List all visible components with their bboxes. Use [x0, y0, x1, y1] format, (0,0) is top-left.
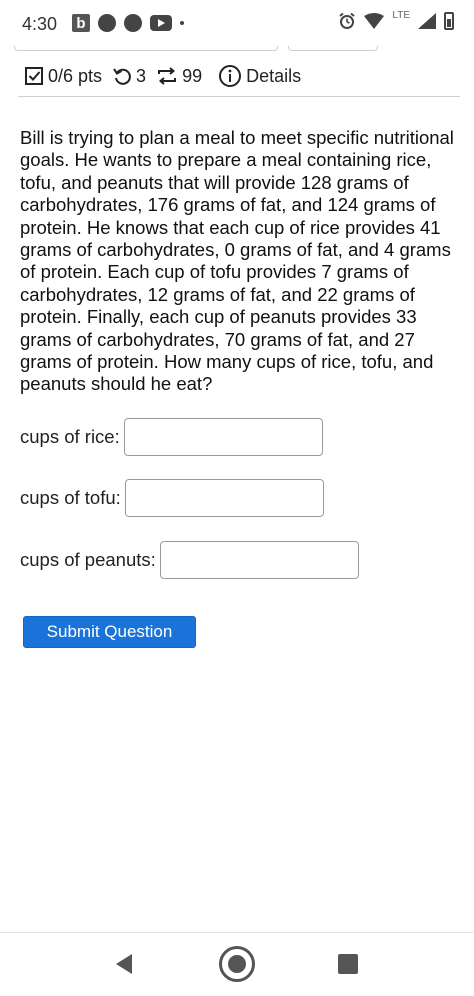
youtube-icon [150, 15, 172, 31]
more-notifications-dot-icon [180, 21, 184, 25]
rice-label: cups of rice: [20, 426, 120, 447]
answer-row-rice: cups of rice: [20, 418, 323, 456]
swap-arrows-icon [158, 67, 177, 85]
lte-label: LTE [392, 9, 410, 21]
answer-row-peanuts: cups of peanuts: [20, 541, 359, 579]
rice-input[interactable] [123, 418, 323, 456]
recents-icon[interactable] [338, 954, 358, 974]
notification-icons: b [72, 14, 184, 32]
attempts-item: 3 [112, 66, 146, 87]
score-item: 0/6 pts [24, 66, 102, 87]
checkbox-icon [25, 67, 43, 85]
submissions-text: 99 [182, 65, 203, 86]
signal-icon [418, 13, 436, 29]
tofu-label: cups of tofu: [20, 487, 121, 508]
scrolled-element-right-edge [288, 46, 378, 51]
peanuts-label: cups of peanuts: [20, 549, 156, 570]
submit-question-button[interactable]: Submit Question [23, 616, 196, 648]
facebook-icon [98, 14, 116, 32]
status-time: 4:30 [22, 14, 58, 34]
b-app-icon: b [72, 14, 90, 32]
question-text: Bill is trying to plan a meal to meet sp… [20, 127, 454, 395]
back-icon[interactable] [114, 953, 134, 975]
scrolled-element-left-edge [14, 46, 278, 51]
home-icon[interactable] [218, 945, 256, 983]
battery-icon [444, 12, 454, 30]
attempts-text: 3 [136, 65, 147, 86]
navigation-bar [0, 933, 474, 996]
wifi-icon [364, 13, 385, 29]
retry-icon [113, 68, 131, 85]
info-icon [219, 65, 242, 87]
tofu-input[interactable] [124, 479, 324, 517]
header-divider [18, 96, 460, 97]
answer-row-tofu: cups of tofu: [20, 479, 324, 517]
score-text: 0/6 pts [48, 65, 103, 86]
details-link[interactable]: Details [218, 64, 301, 88]
alarm-icon [339, 12, 356, 29]
peanuts-input[interactable] [159, 541, 359, 579]
status-bar: 4:30 b LTE [0, 0, 474, 48]
submissions-item: 99 [156, 66, 202, 87]
details-label[interactable]: Details [246, 66, 301, 87]
system-icons: LTE [338, 9, 454, 30]
facebook-icon-2 [124, 14, 142, 32]
question-header: 0/6 pts 3 99 Details [24, 64, 311, 88]
